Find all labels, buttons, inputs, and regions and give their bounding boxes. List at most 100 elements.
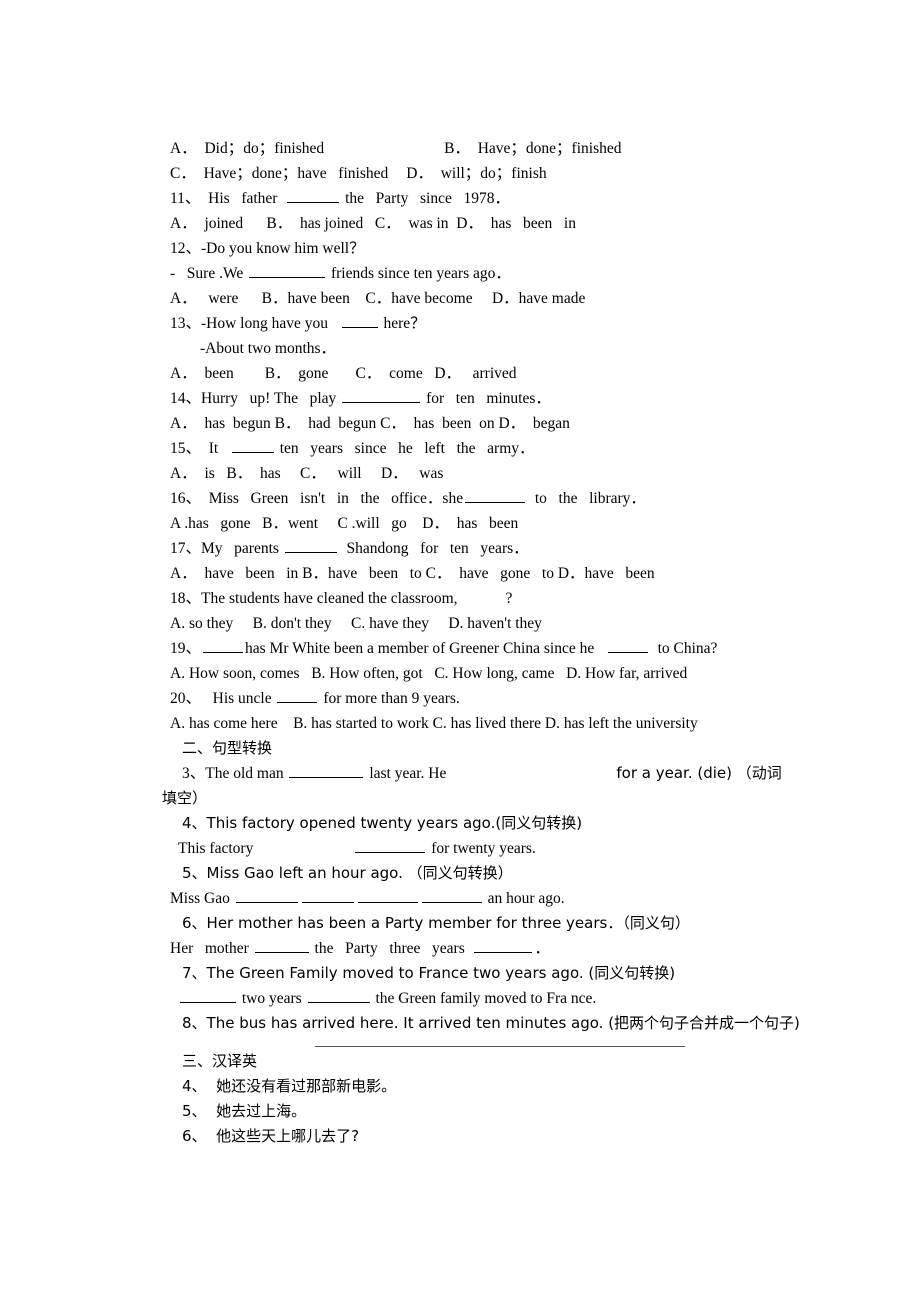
question-18-options: A. so they B. don't they C. have they D.… bbox=[170, 615, 542, 632]
question-14-options: A． has begun B． had begun C． has been on… bbox=[170, 415, 570, 432]
answer-blank[interactable] bbox=[341, 312, 378, 328]
q7-text-middle: two years bbox=[238, 990, 306, 1007]
q10-option-b: B． Have；done；finished bbox=[444, 140, 622, 157]
answer-blank[interactable] bbox=[203, 637, 244, 653]
answer-blank[interactable] bbox=[607, 637, 648, 653]
question-12-answer-line: - Sure .We friends since ten years ago． bbox=[170, 261, 830, 286]
q10-option-d: D． will；do；finish bbox=[406, 165, 547, 182]
q6-text-after-blank: ． bbox=[534, 940, 550, 957]
q13-text-after-blank: here？ bbox=[379, 315, 426, 332]
section2-question-6-stem: 6、Her mother has been a Party member for… bbox=[182, 914, 690, 932]
q6-text-before-blank: Her mother bbox=[170, 940, 253, 957]
q10-option-c: C． Have；done；have finished bbox=[170, 165, 389, 182]
question-11-options: A． joined B． has joined C． was in D． has… bbox=[170, 215, 576, 232]
answer-blank[interactable] bbox=[249, 262, 326, 278]
answer-space[interactable] bbox=[446, 763, 616, 779]
section-3-heading: 三、汉译英 bbox=[182, 1052, 258, 1070]
question-16-options: A .has gone B．went C .will go D． has bee… bbox=[170, 515, 519, 532]
answer-blank[interactable] bbox=[287, 187, 340, 203]
question-11-stem: 11、 His father the Party since 1978． bbox=[170, 186, 830, 211]
answer-blank[interactable] bbox=[357, 887, 418, 903]
q17-text-before-blank: 17、My parents bbox=[170, 540, 283, 557]
q5-text-after-blank: an hour ago. bbox=[483, 890, 565, 907]
q12-text-after-blank: friends since ten years ago． bbox=[327, 265, 511, 282]
section3-item-5: 5、 她去过上海。 bbox=[182, 1102, 307, 1120]
section2-question-4-stem: 4、This factory opened twenty years ago.(… bbox=[182, 814, 583, 832]
question-20-stem: 20、 His uncle for more than 9 years. bbox=[170, 686, 830, 711]
q20-text-before-blank: 20、 His uncle bbox=[170, 690, 276, 707]
question-17-options: A． have been in B．have been to C． have g… bbox=[170, 565, 655, 582]
q13-text-before-blank: 13、-How long have you bbox=[170, 315, 340, 332]
q6-text-middle: the Party three years bbox=[310, 940, 473, 957]
question-13-options: A． been B． gone C． come D． arrived bbox=[170, 365, 517, 382]
q18-text-before-blank: 18、The students have cleaned the classro… bbox=[170, 590, 458, 607]
section2-question-3-continued: 填空） bbox=[162, 789, 208, 807]
answer-space[interactable] bbox=[253, 838, 353, 854]
worksheet-page: A． Did；do；finished B． Have；done；finished … bbox=[0, 0, 920, 1302]
answer-rule[interactable] bbox=[315, 1046, 685, 1047]
question-20-options: A. has come here B. has started to work … bbox=[170, 715, 698, 732]
q3-text-before-blank: 3、The old man bbox=[182, 765, 288, 782]
section3-item-4: 4、 她还没有看过那部新电影。 bbox=[182, 1077, 397, 1095]
question-14-stem: 14、Hurry up! The play for ten minutes． bbox=[170, 386, 830, 411]
q18-text-after-blank: ? bbox=[505, 590, 513, 607]
question-16-stem: 16、 Miss Green isn't in the office．she t… bbox=[170, 486, 830, 511]
q3-text-after: for a year. (die) （动词 bbox=[616, 764, 782, 782]
q10-options-row2: C． Have；done；have finished D． will；do；fin… bbox=[170, 161, 830, 186]
answer-blank[interactable] bbox=[465, 487, 526, 503]
answer-space[interactable] bbox=[458, 588, 506, 604]
answer-blank[interactable] bbox=[289, 762, 364, 778]
q14-text-before-blank: 14、Hurry up! The play bbox=[170, 390, 341, 407]
section2-question-7-answer: two years the Green family moved to Fra … bbox=[170, 986, 830, 1011]
answer-blank[interactable] bbox=[474, 937, 533, 953]
question-18-stem: 18、The students have cleaned the classro… bbox=[170, 586, 830, 611]
section2-question-5-stem: 5、Miss Gao left an hour ago. （同义句转换） bbox=[182, 864, 513, 882]
answer-blank[interactable] bbox=[421, 887, 482, 903]
q19-text-after-blank: to China? bbox=[649, 640, 718, 657]
section3-item-6: 6、 他这些天上哪儿去了? bbox=[182, 1127, 360, 1145]
section-2-heading: 二、句型转换 bbox=[182, 739, 273, 757]
section2-question-6-answer: Her mother the Party three years ． bbox=[170, 936, 830, 961]
answer-blank[interactable] bbox=[254, 937, 309, 953]
answer-blank[interactable] bbox=[301, 887, 354, 903]
answer-blank[interactable] bbox=[307, 987, 370, 1003]
q10-options-row1: A． Did；do；finished B． Have；done；finished bbox=[170, 136, 830, 161]
answer-blank[interactable] bbox=[342, 387, 421, 403]
q11-text-before-blank: 11、 His father bbox=[170, 190, 286, 207]
section2-question-5-answer: Miss Gao an hour ago. bbox=[170, 886, 830, 911]
question-13-stem: 13、-How long have you here？ bbox=[170, 311, 830, 336]
answer-blank[interactable] bbox=[277, 687, 318, 703]
q20-text-after-blank: for more than 9 years. bbox=[319, 690, 460, 707]
question-19-stem: 19、 has Mr White been a member of Greener… bbox=[170, 636, 830, 661]
q11-text-after-blank: the Party since 1978． bbox=[341, 190, 510, 207]
question-13-reply: -About two months． bbox=[200, 340, 337, 357]
q16-text-before-blank: 16、 Miss Green isn't in the office．she bbox=[170, 490, 464, 507]
question-15-options: A． is B． has C． will D． was bbox=[170, 465, 444, 482]
q12-text-before-blank: - Sure .We bbox=[170, 265, 248, 282]
section2-question-4-answer: This factory for twenty years. bbox=[170, 836, 830, 861]
answer-blank[interactable] bbox=[284, 537, 337, 553]
q16-text-after-blank: to the library． bbox=[527, 490, 646, 507]
q5-text-before-blank: Miss Gao bbox=[170, 890, 234, 907]
section2-question-7-stem: 7、The Green Family moved to France two y… bbox=[182, 964, 676, 982]
section2-question-3: 3、The old man last year. He for a year. (… bbox=[170, 761, 830, 786]
worksheet-body: A． Did；do；finished B． Have；done；finished … bbox=[162, 136, 830, 1149]
answer-blank[interactable] bbox=[231, 437, 274, 453]
q15-text-before-blank: 15、 It bbox=[170, 440, 230, 457]
q4-text-before-blank: This factory bbox=[178, 840, 254, 857]
q15-text-after-blank: ten years since he left the army． bbox=[275, 440, 535, 457]
q17-text-after-blank: Shandong for ten years． bbox=[338, 540, 529, 557]
q14-text-after-blank: for ten minutes． bbox=[422, 390, 551, 407]
answer-blank[interactable] bbox=[355, 837, 426, 853]
question-15-stem: 15、 It ten years since he left the army． bbox=[170, 436, 830, 461]
q4-text-after-blank: for twenty years. bbox=[427, 840, 536, 857]
q3-text-middle: last year. He bbox=[365, 765, 447, 782]
answer-blank[interactable] bbox=[235, 887, 298, 903]
section2-question-8-answer-rule[interactable] bbox=[170, 1046, 830, 1047]
q19-number: 19、 bbox=[170, 640, 202, 657]
question-17-stem: 17、My parents Shandong for ten years． bbox=[170, 536, 830, 561]
question-19-options: A. How soon, comes B. How often, got C. … bbox=[170, 665, 688, 682]
answer-blank[interactable] bbox=[180, 987, 236, 1003]
